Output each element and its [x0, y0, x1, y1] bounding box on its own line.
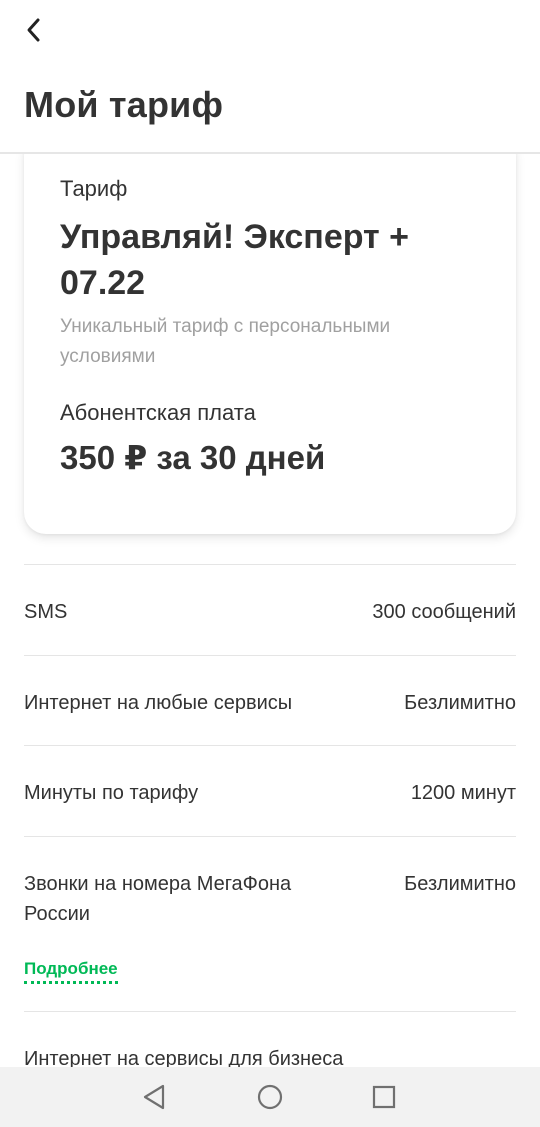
option-title: Интернет на любые сервисы [24, 692, 293, 714]
page-title: Мой тариф [24, 84, 224, 125]
system-recents-button[interactable] [366, 1079, 402, 1115]
option-row-calls: Звонки на номера МегаФона России Безлими… [24, 836, 516, 1011]
option-title: Звонки на номера МегаФона России [24, 873, 292, 925]
option-row-sms: SMS 300 сообщений [24, 564, 516, 655]
system-navigation-bar [0, 1067, 540, 1127]
option-title: Минуты по тарифу [24, 782, 199, 804]
fee-value: 350 ₽ за 30 дней [60, 439, 326, 476]
fee-label: Абонентская плата [60, 400, 256, 425]
tariff-description: Уникальный тариф с персональными условия… [60, 316, 391, 367]
option-row-business-internet: Интернет на сервисы для бизнеса [24, 1011, 516, 1067]
option-value: 1200 минут [410, 782, 516, 804]
option-value: Безлимитно [404, 692, 516, 714]
tariff-label: Тариф [60, 176, 128, 201]
chevron-left-icon [27, 18, 40, 42]
header: Мой тариф [0, 0, 540, 154]
circle-home-icon [257, 1084, 283, 1110]
option-title: Интернет на сервисы для бизнеса [24, 1048, 344, 1067]
tariff-card: Тариф Управляй! Эксперт + 07.22 Уникальн… [24, 154, 516, 534]
back-button[interactable] [12, 10, 56, 50]
options-list: SMS 300 сообщений Интернет на любые серв… [24, 564, 516, 1067]
system-home-button[interactable] [252, 1079, 288, 1115]
option-row-minutes: Минуты по тарифу 1200 минут [24, 745, 516, 836]
option-row-internet: Интернет на любые сервисы Безлимитно [24, 655, 516, 745]
system-back-button[interactable] [136, 1079, 172, 1115]
triangle-back-icon [143, 1084, 165, 1110]
scroll-content[interactable]: Тариф Управляй! Эксперт + 07.22 Уникальн… [0, 154, 540, 1067]
square-recents-icon [372, 1085, 396, 1109]
option-title: SMS [24, 601, 68, 623]
option-value: Безлимитно [404, 873, 516, 895]
screen: Мой тариф Тариф Управляй! Эксперт + 07.2… [0, 0, 540, 1127]
more-details-link[interactable]: Подробнее [24, 959, 118, 984]
option-value: 300 сообщений [372, 601, 516, 623]
tariff-name: Управляй! Эксперт + 07.22 [60, 218, 410, 302]
